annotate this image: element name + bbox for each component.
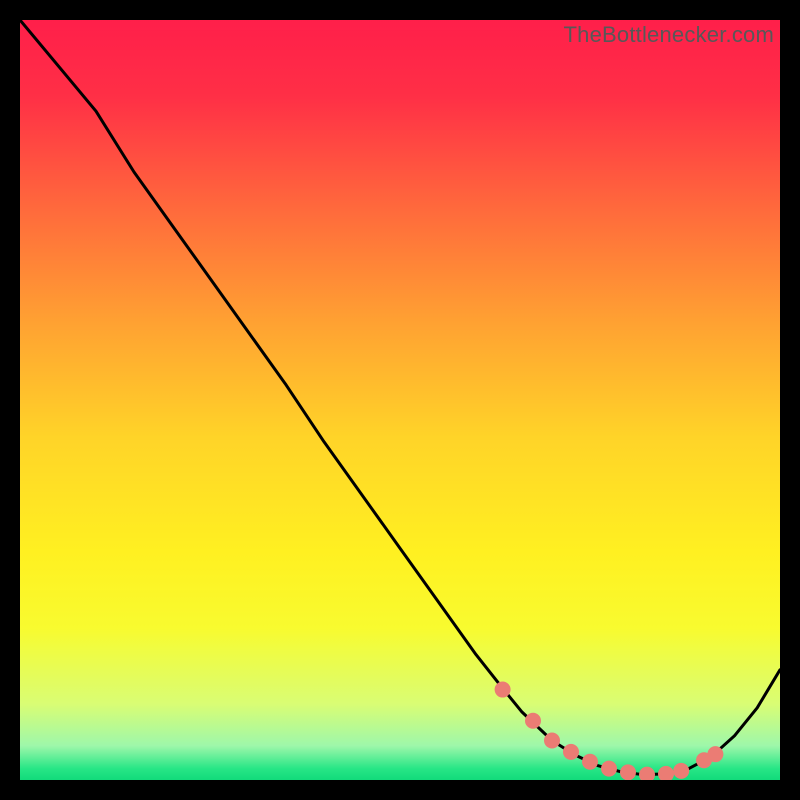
marker-point <box>707 746 723 762</box>
gradient-background <box>20 20 780 780</box>
marker-point <box>563 744 579 760</box>
marker-point <box>495 682 511 698</box>
marker-point <box>601 761 617 777</box>
marker-point <box>544 732 560 748</box>
marker-point <box>582 754 598 770</box>
chart-frame: TheBottlenecker.com <box>20 20 780 780</box>
marker-point <box>673 763 689 779</box>
marker-point <box>620 764 636 780</box>
bottleneck-chart <box>20 20 780 780</box>
watermark-text: TheBottlenecker.com <box>564 22 774 48</box>
marker-point <box>525 713 541 729</box>
